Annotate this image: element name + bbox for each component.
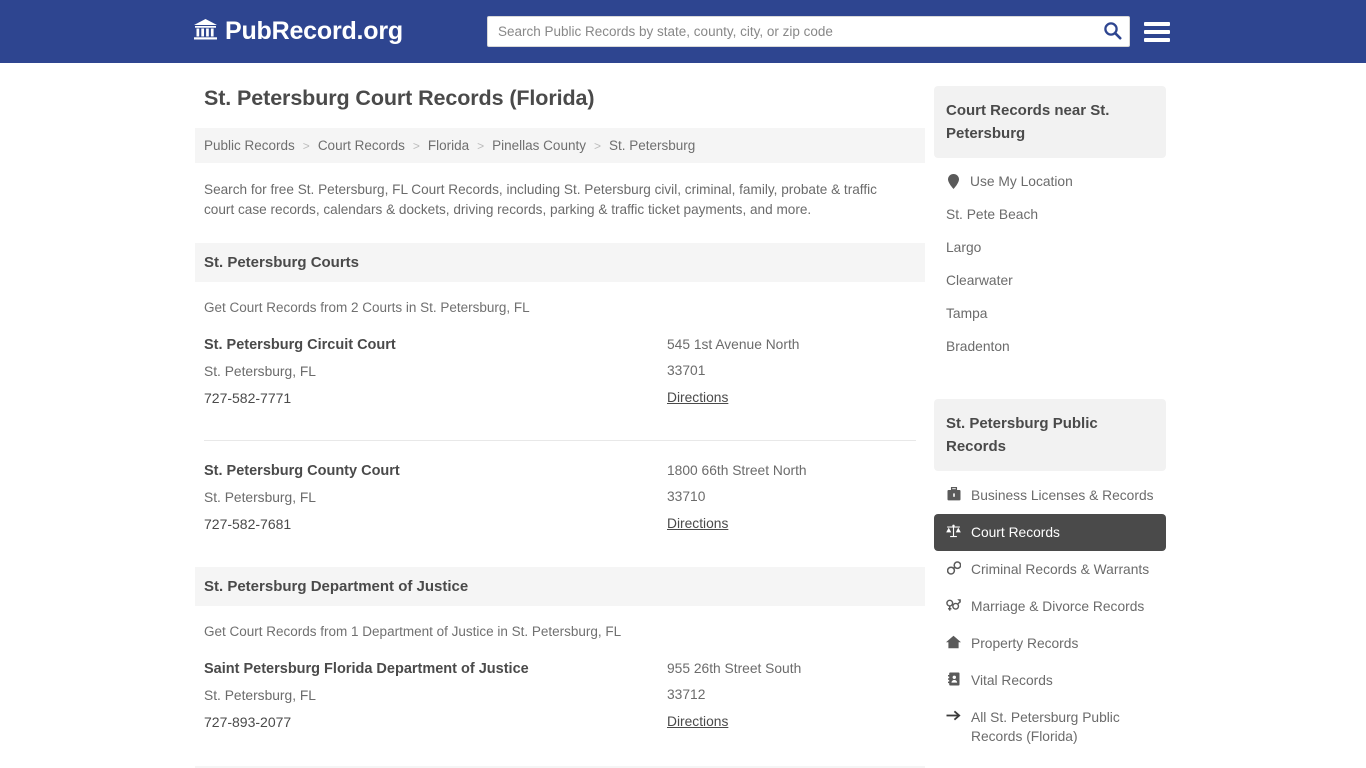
main-content: St. Petersburg Court Records (Florida) P… xyxy=(195,86,925,768)
court-entry-info: St. Petersburg Circuit Court St. Petersb… xyxy=(204,337,667,408)
handcuffs-icon xyxy=(946,561,961,575)
sidebar-records-list: Business Licenses & Records Court Record… xyxy=(934,477,1166,755)
sidebar-item-label: Marriage & Divorce Records xyxy=(971,599,1145,614)
sidebar-near-panel-title: Court Records near St. Petersburg xyxy=(934,86,1166,158)
sidebar-item-label: Tampa xyxy=(946,306,988,321)
court-directions-link[interactable]: Directions xyxy=(667,390,728,405)
court-city-state: St. Petersburg, FL xyxy=(204,490,316,505)
sidebar-item-criminal-records[interactable]: Criminal Records & Warrants xyxy=(934,551,1166,588)
sidebar-item-label: Court Records xyxy=(971,525,1060,540)
breadcrumb-item-public-records[interactable]: Public Records xyxy=(204,138,295,153)
breadcrumb: Public Records > Court Records > Florida… xyxy=(195,128,925,163)
section-subtitle-courts: Get Court Records from 2 Courts in St. P… xyxy=(204,300,530,315)
sidebar: Court Records near St. Petersburg Use My… xyxy=(934,86,1166,768)
sidebar-item-st-pete-beach[interactable]: St. Pete Beach xyxy=(934,198,1166,231)
sidebar-item-label: Clearwater xyxy=(946,273,1013,288)
court-zip: 33701 xyxy=(667,363,706,378)
court-name: St. Petersburg Circuit Court xyxy=(204,337,396,353)
bank-icon xyxy=(193,18,218,46)
site-logo[interactable]: PubRecord.org xyxy=(193,17,403,46)
site-logo-text: PubRecord.org xyxy=(225,17,403,45)
briefcase-icon xyxy=(946,487,961,501)
sidebar-item-label: Bradenton xyxy=(946,339,1010,354)
sidebar-item-label: Criminal Records & Warrants xyxy=(971,562,1150,577)
page-title: St. Petersburg Court Records (Florida) xyxy=(204,86,595,110)
sidebar-item-tampa[interactable]: Tampa xyxy=(934,297,1166,330)
breadcrumb-separator: > xyxy=(477,138,485,153)
doj-name: Saint Petersburg Florida Department of J… xyxy=(204,661,529,677)
section-subtitle-doj: Get Court Records from 1 Department of J… xyxy=(204,624,622,639)
sidebar-item-property-records[interactable]: Property Records xyxy=(934,625,1166,662)
sidebar-item-label: Business Licenses & Records xyxy=(971,488,1154,503)
hamburger-menu-icon xyxy=(1143,21,1170,26)
breadcrumb-item-pinellas-county[interactable]: Pinellas County xyxy=(492,138,586,153)
breadcrumb-item-court-records[interactable]: Court Records xyxy=(318,138,405,153)
doj-address: 955 26th Street South xyxy=(667,661,802,676)
sidebar-item-label: Use My Location xyxy=(970,173,1073,189)
sidebar-item-vital-records[interactable]: Vital Records xyxy=(934,662,1166,699)
sidebar-item-label: Largo xyxy=(946,240,982,255)
search-bar xyxy=(486,16,1130,47)
section-heading-doj: St. Petersburg Department of Justice xyxy=(195,567,925,606)
doj-city-state: St. Petersburg, FL xyxy=(204,688,316,703)
court-entry-address: 545 1st Avenue North 33701 Directions xyxy=(667,337,916,408)
sidebar-item-largo[interactable]: Largo xyxy=(934,231,1166,264)
home-icon xyxy=(946,635,961,649)
hamburger-menu-button[interactable] xyxy=(1143,19,1170,45)
court-entry: St. Petersburg County Court St. Petersbu… xyxy=(204,440,916,544)
court-phone[interactable]: 727-582-7681 xyxy=(204,516,291,532)
arrow-right-icon xyxy=(946,709,961,722)
court-entry-info: St. Petersburg County Court St. Petersbu… xyxy=(204,463,667,534)
section-heading-courts: St. Petersburg Courts xyxy=(195,243,925,282)
search-button[interactable] xyxy=(1100,19,1126,45)
court-address: 545 1st Avenue North xyxy=(667,337,800,352)
court-entry-address: 1800 66th Street North 33710 Directions xyxy=(667,463,916,534)
sidebar-item-marriage-divorce[interactable]: Marriage & Divorce Records xyxy=(934,588,1166,625)
sidebar-item-all-public-records[interactable]: All St. Petersburg Public Records (Flori… xyxy=(934,699,1166,755)
court-entry: St. Petersburg Circuit Court St. Petersb… xyxy=(204,315,916,418)
doj-directions-link[interactable]: Directions xyxy=(667,714,728,729)
page-body: St. Petersburg Court Records (Florida) P… xyxy=(0,63,1366,768)
breadcrumb-separator: > xyxy=(412,138,420,153)
sidebar-near-list: Use My Location St. Pete Beach Largo Cle… xyxy=(934,164,1166,363)
doj-entry-info: Saint Petersburg Florida Department of J… xyxy=(204,661,667,732)
search-input[interactable] xyxy=(486,16,1130,47)
breadcrumb-item-st-petersburg: St. Petersburg xyxy=(608,138,696,153)
sidebar-item-label: St. Pete Beach xyxy=(946,207,1039,222)
sidebar-item-use-my-location[interactable]: Use My Location xyxy=(934,164,1166,198)
sidebar-item-court-records[interactable]: Court Records xyxy=(934,514,1166,551)
court-zip: 33710 xyxy=(667,489,706,504)
doj-entry: Saint Petersburg Florida Department of J… xyxy=(204,639,916,742)
hamburger-menu-icon-bar3 xyxy=(1143,37,1170,42)
sidebar-item-label: Property Records xyxy=(971,636,1079,651)
sidebar-item-clearwater[interactable]: Clearwater xyxy=(934,264,1166,297)
sidebar-item-bradenton[interactable]: Bradenton xyxy=(934,330,1166,363)
map-pin-icon xyxy=(946,174,961,189)
hamburger-menu-icon-bar2 xyxy=(1143,29,1170,34)
venus-mars-icon xyxy=(946,598,961,612)
doj-entry-address: 955 26th Street South 33712 Directions xyxy=(667,661,916,732)
sidebar-records-panel-title: St. Petersburg Public Records xyxy=(934,399,1166,471)
sidebar-item-label: Vital Records xyxy=(971,673,1053,688)
court-city-state: St. Petersburg, FL xyxy=(204,364,316,379)
search-icon xyxy=(1103,21,1122,43)
sidebar-item-business-licenses[interactable]: Business Licenses & Records xyxy=(934,477,1166,514)
breadcrumb-separator: > xyxy=(302,138,310,153)
court-address: 1800 66th Street North xyxy=(667,463,807,478)
court-phone[interactable]: 727-582-7771 xyxy=(204,390,291,406)
breadcrumb-item-florida[interactable]: Florida xyxy=(428,138,469,153)
address-card-icon xyxy=(946,672,961,686)
court-name: St. Petersburg County Court xyxy=(204,463,400,479)
doj-zip: 33712 xyxy=(667,687,706,702)
site-header: PubRecord.org xyxy=(0,0,1366,63)
breadcrumb-separator: > xyxy=(593,138,601,153)
balance-scale-icon xyxy=(946,524,961,538)
court-directions-link[interactable]: Directions xyxy=(667,516,728,531)
doj-phone[interactable]: 727-893-2077 xyxy=(204,714,291,730)
sidebar-item-label: All St. Petersburg Public Records (Flori… xyxy=(971,710,1120,744)
page-description: Search for free St. Petersburg, FL Court… xyxy=(204,182,877,217)
